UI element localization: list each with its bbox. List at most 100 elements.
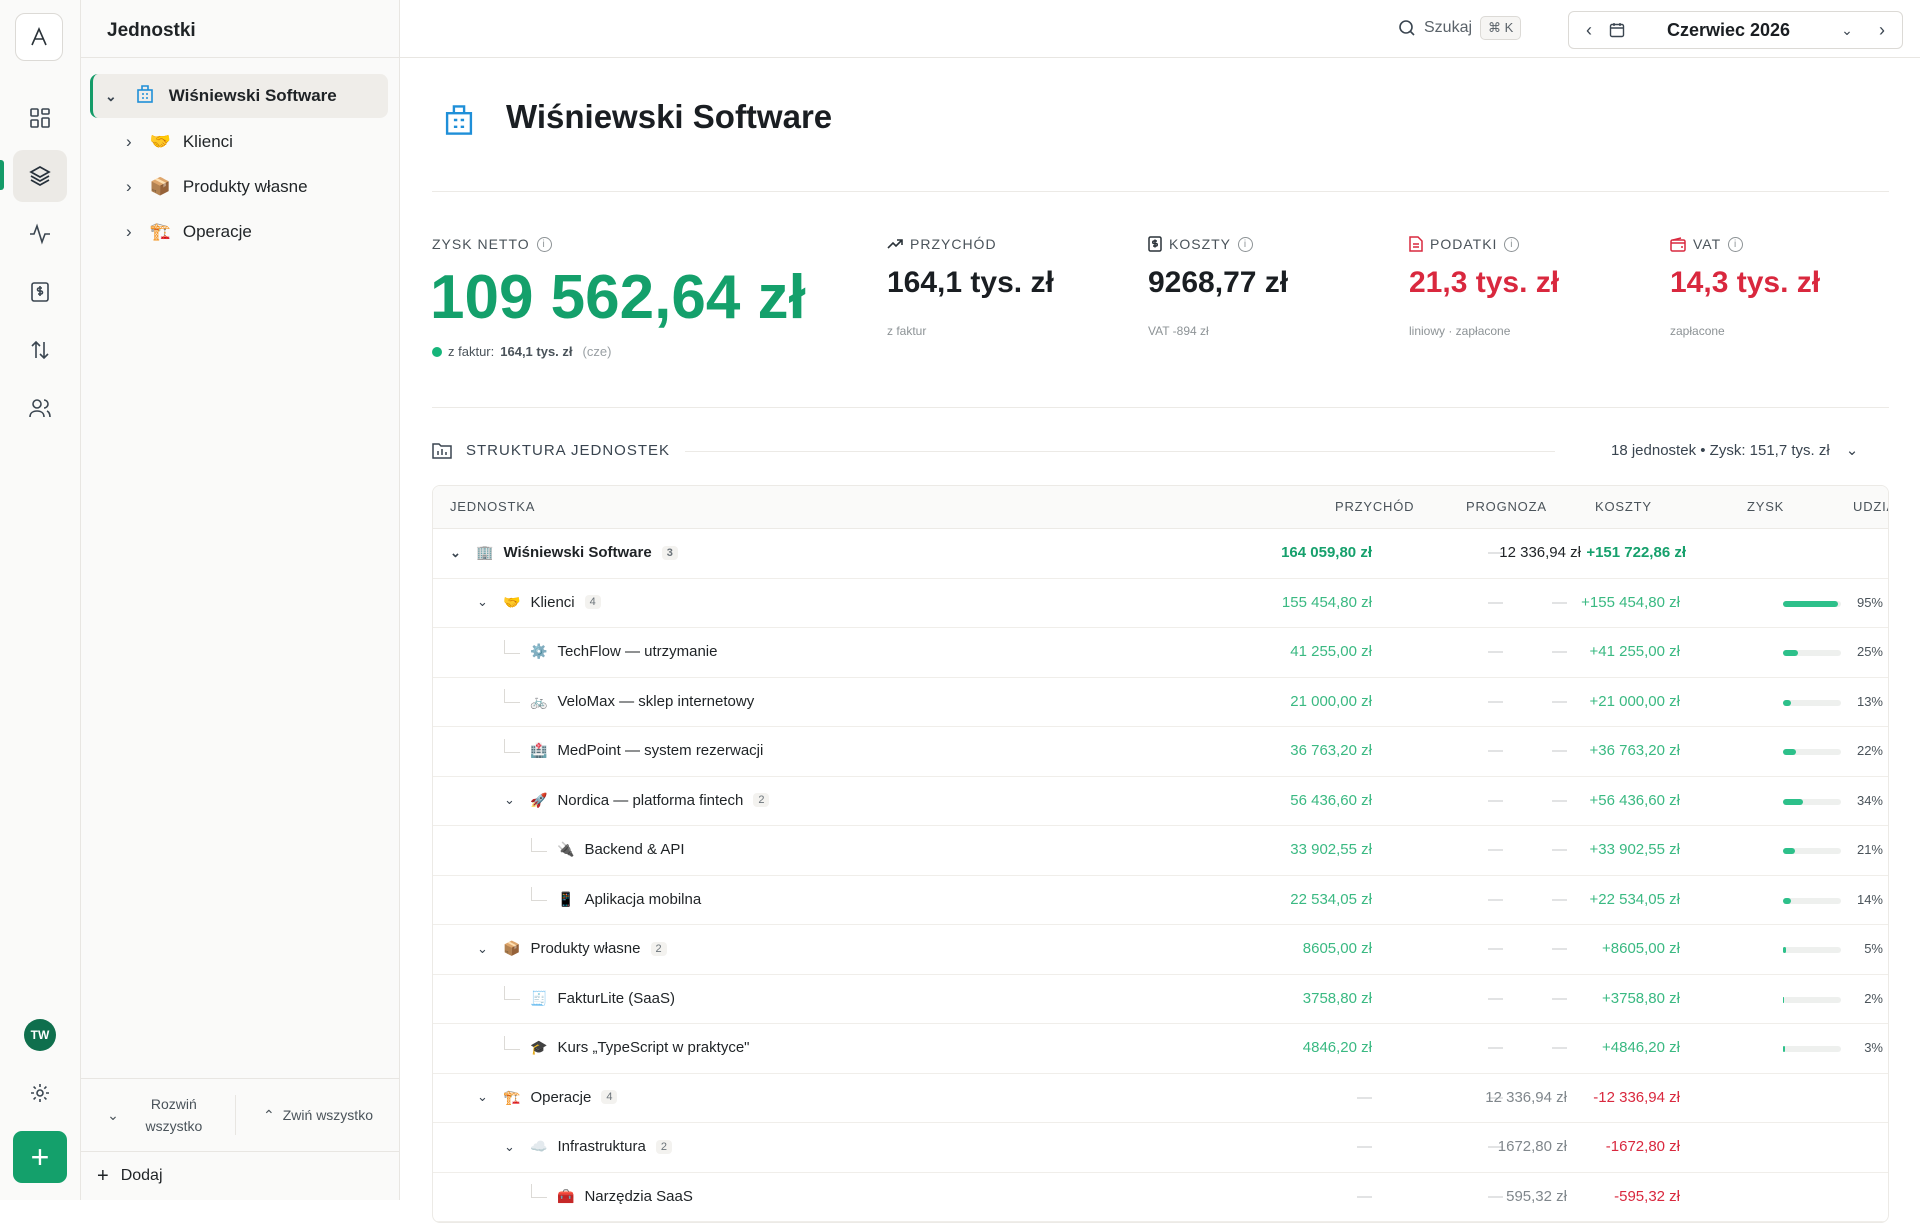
col-unit[interactable]: JEDNOSTKA xyxy=(450,499,535,514)
share-bar xyxy=(1783,798,1841,805)
app-logo[interactable] xyxy=(15,13,63,61)
chevron-down-icon[interactable]: ⌄ xyxy=(504,792,520,808)
table-row[interactable]: 📱 Aplikacja mobilna 22 534,05 zł — — +22 534,… xyxy=(433,876,1888,925)
chevron-down-icon[interactable]: ⌄ xyxy=(504,1139,520,1155)
collapse-all-button[interactable]: ⌃ Zwiń wszystko xyxy=(236,1107,400,1124)
main-content: Wiśniewski Software ZYSK NETTO i 109 562… xyxy=(400,58,1920,1223)
share-bar xyxy=(1783,848,1841,854)
table-row[interactable]: 🚲 VeloMax — sklep internetowy 21 000,00 zł… xyxy=(433,678,1888,727)
chevron-down-icon[interactable]: ⌄ xyxy=(477,594,493,610)
row-revenue: 4846,20 zł xyxy=(1302,1039,1372,1056)
row-profit: +41 255,00 zł xyxy=(1589,643,1681,660)
trending-up-icon xyxy=(887,239,903,249)
col-forecast[interactable]: PROGNOZA xyxy=(1466,499,1547,514)
expand-all-button[interactable]: ⌄ Rozwiń wszystko xyxy=(81,1095,236,1135)
table-row[interactable]: ⌄ 🏢 Wiśniewski Software 3 164 059,80 zł —12 3… xyxy=(433,529,1888,579)
chevron-right-icon[interactable]: › xyxy=(126,177,132,197)
row-label: Operacje xyxy=(530,1088,592,1106)
table-row[interactable]: 🎓 Kurs „TypeScript w praktyce" 4846,20 zł —… xyxy=(433,1024,1888,1074)
kpi-net-sub-prefix: z faktur: xyxy=(448,344,495,359)
unit-tree-panel: Jednostki ⌄ Wiśniewski Software › 🤝 Klie… xyxy=(81,0,400,1200)
table-row[interactable]: 🧾 FakturLite (SaaS) 3758,80 zł — — +3758,80 z… xyxy=(433,975,1888,1024)
kpi-net-label: ZYSK NETTO i xyxy=(432,236,552,252)
chevron-right-icon[interactable]: › xyxy=(1862,20,1902,41)
settings-icon[interactable] xyxy=(13,1067,67,1119)
status-dot xyxy=(432,346,442,357)
tree-item-klienci[interactable]: › 🤝 Klienci xyxy=(126,120,233,164)
table-row[interactable]: 🧰 Narzędzia SaaS — —595,32 zł -595,32 zł xyxy=(433,1173,1888,1222)
user-avatar[interactable]: TW xyxy=(24,1019,56,1051)
chevron-down-icon[interactable]: ⌄ xyxy=(1846,441,1859,459)
share-bar-fill xyxy=(1783,650,1798,656)
tree-item-produkty[interactable]: › 📦 Produkty własne xyxy=(126,165,308,209)
add-unit-button[interactable]: + Dodaj xyxy=(81,1151,400,1200)
share-bar xyxy=(1783,699,1841,706)
col-share[interactable]: UDZIAŁ xyxy=(1853,499,1888,514)
tree-connector xyxy=(531,887,547,901)
chevron-left-icon[interactable]: ‹ xyxy=(1569,20,1609,41)
tree-item-operacje[interactable]: › 🏗️ Operacje xyxy=(126,210,252,254)
invoice-icon[interactable] xyxy=(13,266,67,318)
dashboard-icon[interactable] xyxy=(13,92,67,144)
chevron-right-icon[interactable]: › xyxy=(126,132,132,152)
row-name: 🔌 Backend & API xyxy=(531,837,685,858)
row-name: ⌄ 🚀 Nordica — platforma fintech 2 xyxy=(504,792,770,809)
activity-icon[interactable] xyxy=(13,208,67,260)
share-bar-fill xyxy=(1783,600,1839,607)
search-button[interactable]: Szukaj ⌘ K xyxy=(1398,16,1522,40)
row-profit: +56 436,60 zł xyxy=(1589,791,1681,809)
kpi-revenue-label-text: PRZYCHÓD xyxy=(910,236,997,252)
share-bar-fill xyxy=(1783,996,1785,1003)
add-new-button[interactable]: + xyxy=(13,1131,67,1183)
info-icon[interactable]: i xyxy=(1238,236,1254,252)
cloud-icon: ☁️ xyxy=(530,1138,548,1154)
share-bar-fill xyxy=(1783,749,1796,755)
table-header: JEDNOSTKA PRZYCHÓD PROGNOZA KOSZTY ZYSK … xyxy=(433,486,1888,529)
info-icon[interactable]: i xyxy=(536,236,552,252)
structure-header[interactable]: STRUKTURA JEDNOSTEK xyxy=(432,441,670,459)
row-name: 🚲 VeloMax — sklep internetowy xyxy=(504,689,754,710)
search-shortcut: ⌘ K xyxy=(1480,16,1522,40)
row-costs: — xyxy=(1552,989,1567,1007)
table-row[interactable]: ⌄ 🏗️ Operacje 4— —12 336,94 zł -12 336,94 zł xyxy=(433,1074,1888,1123)
chevron-down-icon[interactable]: ⌄ xyxy=(105,88,117,105)
table-row[interactable]: ⚙️ TechFlow — utrzymanie 41 255,00 zł — — +41… xyxy=(433,628,1888,678)
col-profit[interactable]: ZYSK xyxy=(1747,499,1784,514)
tree-item-label: Operacje xyxy=(182,222,252,241)
top-bar: Szukaj ⌘ K ‹ Czerwiec 2026 ⌄ › xyxy=(400,0,1920,58)
structure-summary[interactable]: 18 jednostek • Zysk: 151,7 tys. zł ⌄ xyxy=(1611,441,1859,460)
row-forecast: — xyxy=(1488,989,1503,1007)
table-row[interactable]: ⌄ ☁️ Infrastruktura 2— —1672,80 zł -1672,80 z… xyxy=(433,1123,1888,1173)
row-profit: +3758,80 zł xyxy=(1602,989,1680,1007)
tree-item-root[interactable]: ⌄ Wiśniewski Software xyxy=(90,74,388,118)
users-icon[interactable] xyxy=(13,382,67,434)
row-name: ⌄ 🤝 Klienci 4 xyxy=(477,594,601,611)
tree-panel-title: Jednostki xyxy=(81,0,399,58)
col-costs[interactable]: KOSZTY xyxy=(1595,499,1652,514)
table-row[interactable]: 🔌 Backend & API 33 902,55 zł — — +33 902,55 z… xyxy=(433,826,1888,876)
divider xyxy=(432,191,1889,192)
child-count-badge: 4 xyxy=(601,1090,618,1104)
chevron-down-icon[interactable]: ⌄ xyxy=(1832,22,1862,39)
chevron-down-icon[interactable]: ⌄ xyxy=(450,545,466,561)
table-row[interactable]: ⌄ 🚀 Nordica — platforma fintech 2 56 436,60 … xyxy=(433,777,1888,826)
chevron-down-icon[interactable]: ⌄ xyxy=(477,941,493,957)
table-row[interactable]: ⌄ 📦 Produkty własne 2 8605,00 zł — — +8605,00 z… xyxy=(433,925,1888,975)
chevron-right-icon[interactable]: › xyxy=(126,222,132,242)
layers-icon[interactable] xyxy=(13,150,67,202)
table-row[interactable]: ⌄ 🤝 Klienci 4 155 454,80 zł — — +155 454,80 zł 9… xyxy=(433,579,1888,628)
info-icon[interactable]: i xyxy=(1728,236,1744,252)
child-count-badge: 3 xyxy=(661,545,678,560)
row-revenue: — xyxy=(1357,1138,1372,1155)
table-row[interactable]: 🏥 MedPoint — system rezerwacji 36 763,20 z… xyxy=(433,727,1888,777)
current-month: Czerwiec 2026 xyxy=(1666,19,1791,40)
tree-actions: ⌄ Rozwiń wszystko ⌃ Zwiń wszystko xyxy=(81,1078,400,1151)
row-share: 2% xyxy=(1864,990,1883,1006)
row-costs: — xyxy=(1552,692,1567,710)
col-revenue[interactable]: PRZYCHÓD xyxy=(1335,499,1414,514)
info-icon[interactable]: i xyxy=(1504,236,1520,252)
month-picker[interactable]: ‹ Czerwiec 2026 ⌄ › xyxy=(1568,11,1903,49)
chevron-down-icon[interactable]: ⌄ xyxy=(477,1089,493,1105)
row-revenue: 33 902,55 zł xyxy=(1290,841,1372,858)
transfers-icon[interactable] xyxy=(13,324,67,376)
